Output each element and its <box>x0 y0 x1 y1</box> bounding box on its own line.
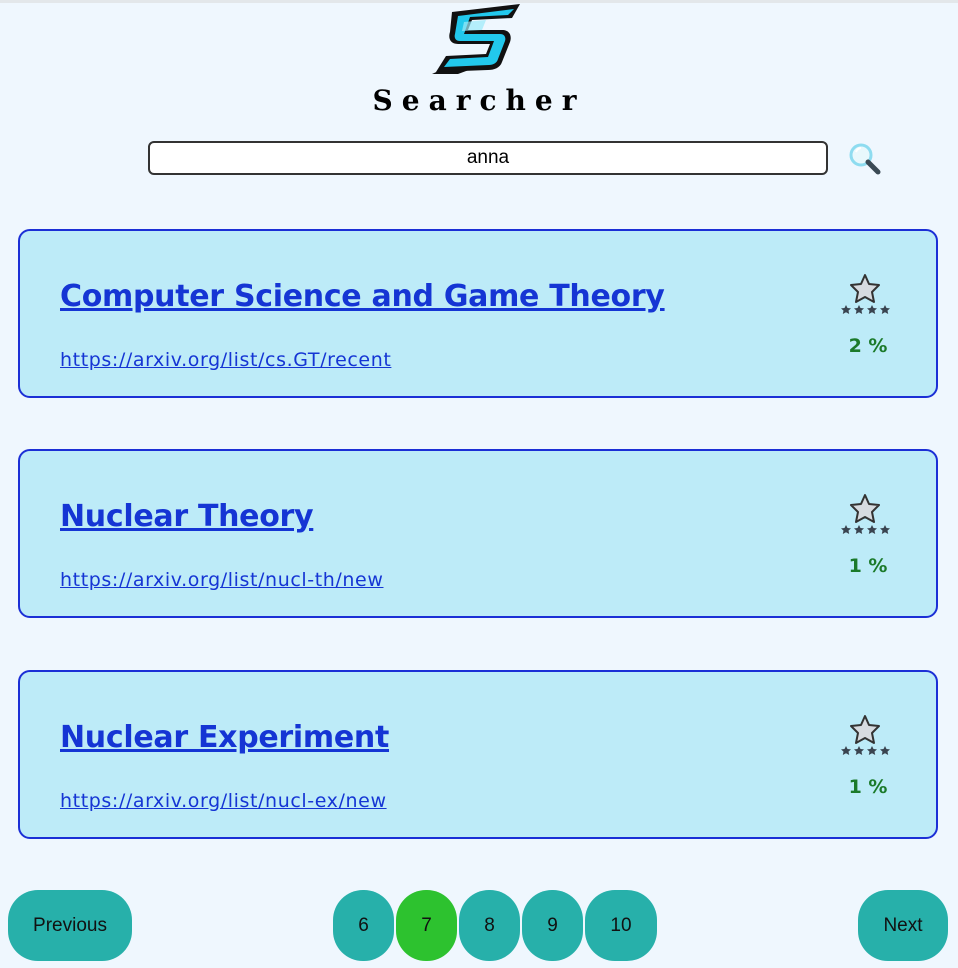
result-title-link[interactable]: Nuclear Theory <box>60 499 314 534</box>
relevance-score: 1 % <box>848 555 888 577</box>
previous-button[interactable]: Previous <box>8 890 132 961</box>
search-button[interactable] <box>848 142 882 176</box>
star-rating-icon <box>841 715 890 755</box>
favorite-star-button[interactable] <box>839 493 893 537</box>
result-url-link[interactable]: https://arxiv.org/list/nucl-ex/new <box>60 790 387 812</box>
searcher-logo <box>428 2 526 78</box>
magnifier-icon <box>849 143 881 175</box>
favorite-star-button[interactable] <box>839 714 893 758</box>
page-button-7-current[interactable]: 7 <box>396 890 457 961</box>
result-url-link[interactable]: https://arxiv.org/list/nucl-th/new <box>60 569 383 591</box>
search-input[interactable] <box>148 141 828 175</box>
star-rating-icon <box>841 274 890 314</box>
next-button[interactable]: Next <box>858 890 948 961</box>
result-card: Nuclear Theory https://arxiv.org/list/nu… <box>18 449 938 618</box>
page-button-10[interactable]: 10 <box>585 890 657 961</box>
star-rating-icon <box>841 494 890 534</box>
brand-title: Searcher <box>372 84 586 117</box>
page-button-8[interactable]: 8 <box>459 890 520 961</box>
result-title-link[interactable]: Nuclear Experiment <box>60 720 389 755</box>
result-title-link[interactable]: Computer Science and Game Theory <box>60 279 665 314</box>
page-button-9[interactable]: 9 <box>522 890 583 961</box>
result-card: Nuclear Experiment https://arxiv.org/lis… <box>18 670 938 839</box>
relevance-score: 1 % <box>848 776 888 798</box>
page-button-6[interactable]: 6 <box>333 890 394 961</box>
favorite-star-button[interactable] <box>839 273 893 317</box>
result-card: Computer Science and Game Theory https:/… <box>18 229 938 398</box>
relevance-score: 2 % <box>848 335 888 357</box>
result-url-link[interactable]: https://arxiv.org/list/cs.GT/recent <box>60 349 391 371</box>
